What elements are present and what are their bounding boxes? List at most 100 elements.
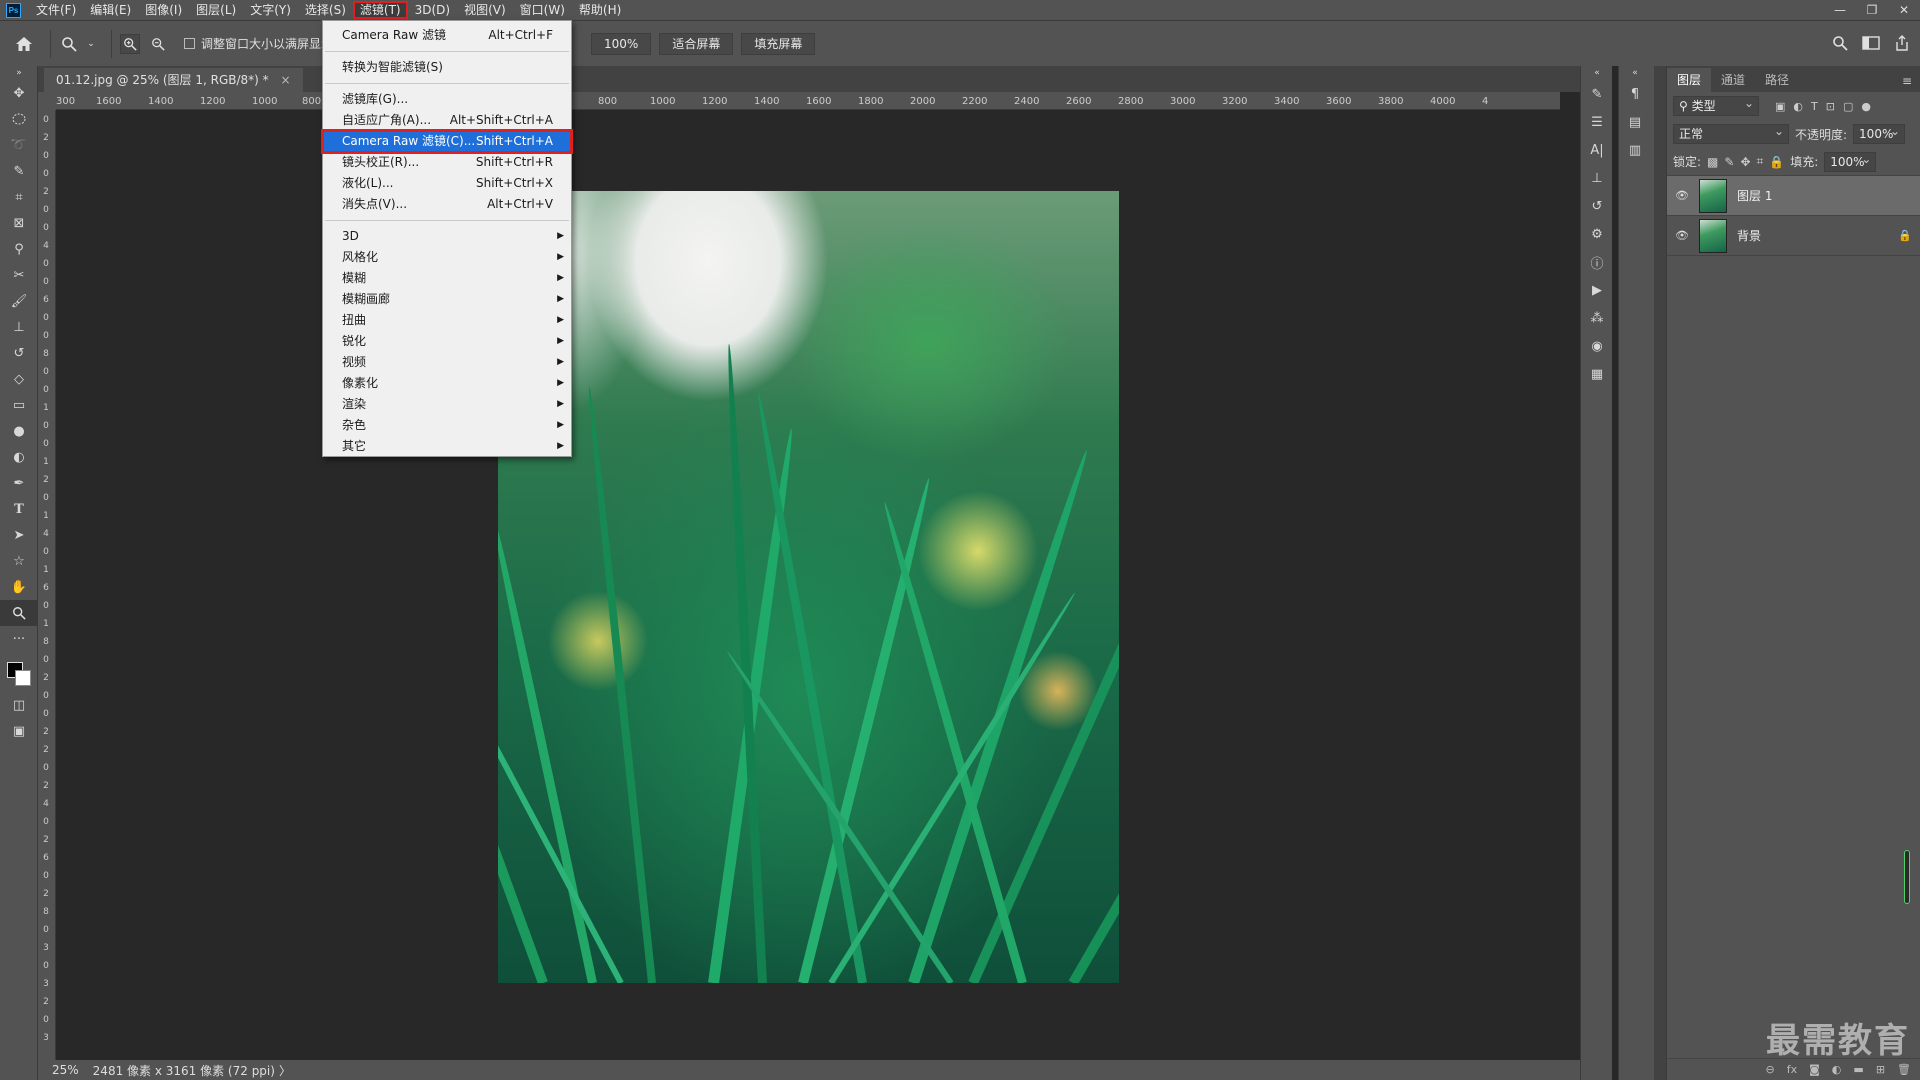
menu-window[interactable]: 窗口(W) [513, 1, 572, 19]
menu-type[interactable]: 文字(Y) [243, 1, 298, 19]
fx-icon[interactable]: fx [1787, 1063, 1797, 1076]
lock-all-icon[interactable]: 🔒 [1769, 155, 1784, 169]
history-icon[interactable]: ↺ [1581, 192, 1613, 220]
zoom-in-icon[interactable] [120, 33, 140, 54]
stamp-tool-icon[interactable]: ⊥ [0, 314, 38, 340]
menu-layer[interactable]: 图层(L) [189, 1, 243, 19]
collapse-icon[interactable]: « [1619, 66, 1651, 80]
filter-menu-item[interactable]: 锐化 ▶ [323, 331, 571, 352]
filter-menu-item[interactable]: 扭曲 ▶ [323, 310, 571, 331]
delete-layer-icon[interactable]: 🗑 [1897, 1063, 1911, 1076]
filter-menu-item[interactable]: 风格化 ▶ [323, 247, 571, 268]
opacity-input[interactable]: 100% [1853, 122, 1906, 144]
filter-menu-item-highlighted[interactable]: Camera Raw 滤镜(C)... Shift+Ctrl+A [321, 129, 573, 154]
menu-view[interactable]: 视图(V) [457, 1, 513, 19]
workspace-icon[interactable] [1862, 35, 1880, 53]
lock-artboard-icon[interactable]: ⌗ [1757, 154, 1764, 169]
frame-tool-icon[interactable]: ⊠ [0, 210, 38, 236]
eyedropper-tool-icon[interactable]: ⚲ [0, 236, 38, 262]
filter-menu-item[interactable]: 转换为智能滤镜(S) [323, 57, 571, 78]
chevron-down-icon[interactable]: ⌄ [87, 34, 95, 54]
new-layer-icon[interactable]: ⊞ [1876, 1063, 1885, 1076]
minimize-button[interactable]: — [1824, 3, 1856, 17]
table-icon[interactable]: ▦ [1581, 360, 1613, 388]
search-icon[interactable] [1832, 35, 1848, 54]
canvas-area[interactable] [56, 110, 1560, 1060]
type-filter-icon[interactable]: T [1811, 100, 1818, 113]
blend-mode-select[interactable]: 正常 [1673, 122, 1789, 144]
dodge-tool-icon[interactable]: ◐ [0, 444, 38, 470]
layer-name[interactable]: 图层 1 [1737, 187, 1772, 204]
3d-icon[interactable]: ◉ [1581, 332, 1613, 360]
libraries-icon[interactable]: ▤ [1619, 108, 1651, 136]
zoom-tool-icon[interactable] [0, 600, 38, 626]
menu-image[interactable]: 图像(I) [138, 1, 189, 19]
actions-icon[interactable]: ▶ [1581, 276, 1613, 304]
menu-file[interactable]: 文件(F) [29, 1, 83, 19]
layer-name[interactable]: 背景 [1737, 227, 1761, 244]
swatches-icon[interactable]: ⁂ [1581, 304, 1613, 332]
adjustments-icon[interactable]: ☰ [1581, 108, 1613, 136]
filter-menu-item[interactable]: 3D ▶ [323, 226, 571, 247]
filter-menu-item[interactable]: 镜头校正(R)... Shift+Ctrl+R [323, 152, 571, 173]
hand-tool-icon[interactable]: ✋ [0, 574, 38, 600]
fit-screen-button[interactable]: 适合屏幕 [659, 32, 734, 55]
menu-help[interactable]: 帮助(H) [572, 1, 628, 19]
brush-tool-icon[interactable]: 🖌 [0, 288, 38, 314]
zoom-out-icon[interactable] [148, 34, 168, 54]
link-layers-icon[interactable]: ⊖ [1766, 1063, 1775, 1076]
brush-settings-icon[interactable]: ✎ [1581, 80, 1613, 108]
status-arrow-icon[interactable]: 〉 [279, 1062, 291, 1079]
tab-layers[interactable]: 图层 [1667, 68, 1712, 92]
info-icon[interactable]: ⓘ [1581, 248, 1613, 276]
lock-paint-icon[interactable]: ✎ [1724, 155, 1734, 169]
add-mask-icon[interactable]: ◙ [1809, 1063, 1820, 1076]
restore-button[interactable]: ❐ [1856, 3, 1888, 17]
pen-tool-icon[interactable]: ✒ [0, 470, 38, 496]
move-tool-icon[interactable]: ✥ [0, 80, 38, 106]
document-tab[interactable]: 01.12.jpg @ 25% (图层 1, RGB/8*) * × [44, 68, 303, 92]
filter-menu-item[interactable]: 其它 ▶ [323, 436, 571, 457]
character-icon[interactable]: A| [1581, 136, 1613, 164]
healing-tool-icon[interactable]: ✂ [0, 262, 38, 288]
shape-tool-icon[interactable]: ☆ [0, 548, 38, 574]
zoom-100-button[interactable]: 100% [591, 32, 652, 55]
crop-tool-icon[interactable]: ⌗ [0, 184, 38, 210]
gradient-tool-icon[interactable]: ▭ [0, 392, 38, 418]
marquee-tool-icon[interactable] [0, 106, 38, 132]
close-button[interactable]: ✕ [1888, 3, 1920, 17]
document-image[interactable] [498, 191, 1119, 983]
lock-position-icon[interactable]: ✥ [1740, 155, 1750, 169]
background-color[interactable] [15, 670, 31, 686]
eye-icon[interactable]: 👁 [1675, 229, 1689, 242]
stamp-source-icon[interactable]: ⊥ [1581, 164, 1613, 192]
quick-mask-icon[interactable]: ◫ [0, 692, 38, 718]
panel-menu-icon[interactable]: ≡ [1894, 74, 1920, 92]
new-adjustment-icon[interactable]: ◐ [1832, 1063, 1842, 1076]
collapse-icon[interactable]: « [1581, 66, 1613, 80]
layer-kind-select[interactable]: ⚲ 类型 [1673, 94, 1759, 116]
resize-windows-checkbox[interactable] [184, 38, 195, 49]
filter-menu-item[interactable]: 消失点(V)... Alt+Ctrl+V [323, 194, 571, 215]
filter-menu-item[interactable]: Camera Raw 滤镜 Alt+Ctrl+F [323, 25, 571, 46]
path-select-tool-icon[interactable]: ➤ [0, 522, 38, 548]
properties-icon[interactable]: ⚙ [1581, 220, 1613, 248]
filter-menu-item[interactable]: 模糊 ▶ [323, 268, 571, 289]
layer-row[interactable]: 👁 图层 1 [1667, 176, 1920, 216]
filter-menu-item[interactable]: 模糊画廊 ▶ [323, 289, 571, 310]
more-tools-icon[interactable]: ··· [0, 626, 38, 652]
tab-paths[interactable]: 路径 [1755, 68, 1799, 92]
filter-menu-item[interactable]: 杂色 ▶ [323, 415, 571, 436]
fill-input[interactable]: 100% [1824, 150, 1877, 172]
menu-filter[interactable]: 滤镜(T) [352, 1, 408, 19]
filter-menu-item[interactable]: 渲染 ▶ [323, 394, 571, 415]
history-brush-tool-icon[interactable]: ↺ [0, 340, 38, 366]
menu-edit[interactable]: 编辑(E) [83, 1, 138, 19]
smart-object-filter-icon[interactable]: ▢ [1843, 100, 1853, 113]
filter-menu-item[interactable]: 自适应广角(A)... Alt+Shift+Ctrl+A [323, 110, 571, 131]
filter-menu-item[interactable]: 像素化 ▶ [323, 373, 571, 394]
filter-toggle-icon[interactable]: ● [1861, 100, 1871, 113]
new-group-icon[interactable]: ▬ [1853, 1063, 1863, 1076]
shape-filter-icon[interactable]: ⊡ [1826, 100, 1835, 113]
adjustment-filter-icon[interactable]: ◐ [1793, 100, 1803, 113]
